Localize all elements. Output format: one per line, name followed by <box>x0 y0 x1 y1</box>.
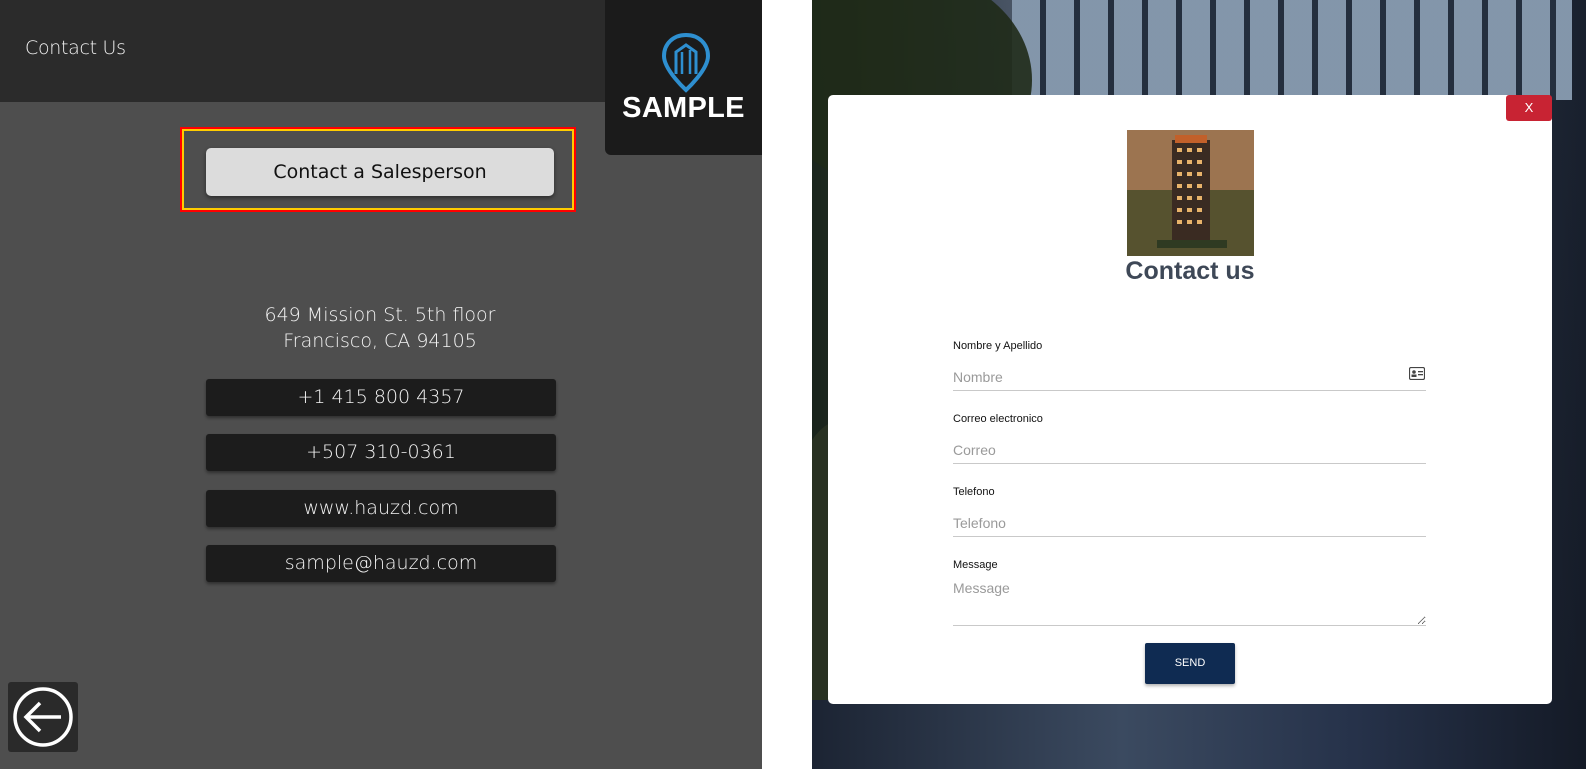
website-button[interactable]: www.hauzd.com <box>206 490 556 527</box>
phone-us-button[interactable]: +1 415 800 4357 <box>206 379 556 416</box>
logo-text: SAMPLE <box>622 92 745 124</box>
close-button[interactable]: X <box>1506 95 1552 121</box>
address: 649 Mission St. 5th floor Francisco, CA … <box>180 302 580 354</box>
page-title: Contact Us <box>25 37 126 59</box>
send-button[interactable]: SEND <box>1145 643 1235 684</box>
name-input[interactable] <box>953 364 1426 391</box>
building-pin-icon <box>661 32 711 93</box>
name-label: Nombre y Apellido <box>953 340 1043 352</box>
email-label: Correo electronico <box>953 413 1043 425</box>
building-illustration <box>1127 130 1254 256</box>
back-button[interactable] <box>8 682 78 752</box>
modal-title: Contact us <box>1125 257 1255 285</box>
phone-pa-button[interactable]: +507 310-0361 <box>206 434 556 471</box>
email-input[interactable] <box>953 437 1426 464</box>
address-line: Francisco, CA 94105 <box>283 330 477 352</box>
message-textarea[interactable] <box>953 580 1426 626</box>
logo: SAMPLE <box>605 0 762 155</box>
building-image <box>1127 130 1254 256</box>
phone-input[interactable] <box>953 510 1426 537</box>
arrow-left-circle-icon <box>13 687 73 747</box>
email-button[interactable]: sample@hauzd.com <box>206 545 556 582</box>
left-panel: Contact Us SAMPLE Contact a Salesperson … <box>0 0 762 769</box>
address-line: 649 Mission St. 5th floor <box>264 304 496 326</box>
background-building <box>1012 0 1572 100</box>
contact-salesperson-button[interactable]: Contact a Salesperson <box>206 148 554 196</box>
message-label: Message <box>953 559 998 571</box>
background-ground <box>812 700 1586 769</box>
phone-label: Telefono <box>953 486 995 498</box>
id-card-icon <box>1409 367 1425 380</box>
